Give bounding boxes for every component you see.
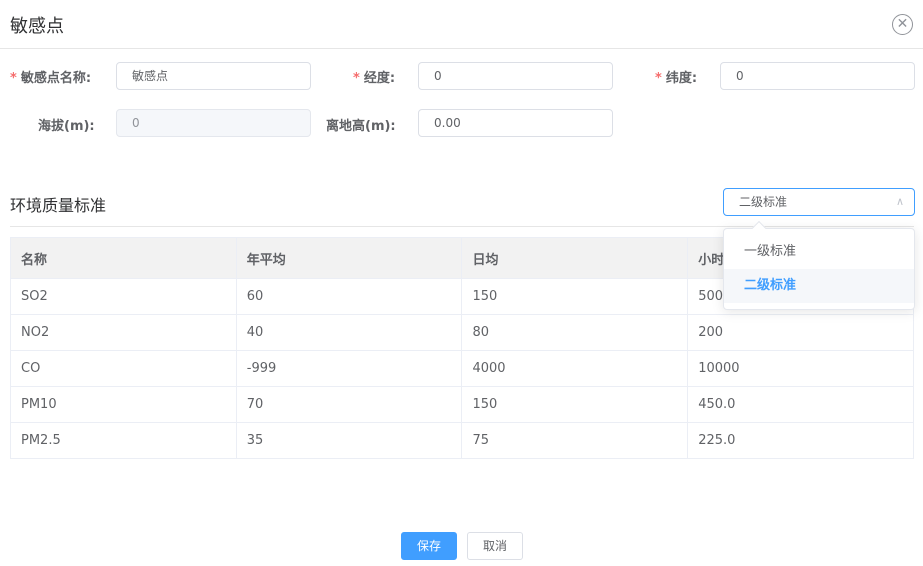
table-cell: 80 xyxy=(461,314,689,351)
dropdown-option-level2[interactable]: 二级标准 xyxy=(724,269,914,303)
standard-select-value: 二级标准 xyxy=(739,195,788,209)
table-cell: 4000 xyxy=(461,350,689,387)
table-cell: PM10 xyxy=(10,386,237,423)
table-cell: 200 xyxy=(687,314,914,351)
latitude-label: * 纬度: xyxy=(655,71,698,86)
standard-dropdown: 一级标准 二级标准 xyxy=(723,220,915,310)
table-cell: 70 xyxy=(235,386,463,423)
height-label: 离地高(m): xyxy=(326,119,396,134)
table-row: PM2.5 35 75 225.0 xyxy=(10,422,914,459)
table-cell: 60 xyxy=(235,278,463,315)
save-button[interactable]: 保存 xyxy=(401,532,457,560)
height-input[interactable]: 0.00 xyxy=(418,109,613,137)
table-cell: 10000 xyxy=(687,350,914,387)
table-cell: 150 xyxy=(461,278,689,315)
chevron-up-icon: ∧ xyxy=(895,195,904,208)
table-cell: 225.0 xyxy=(687,422,914,459)
table-row: PM10 70 150 450.0 xyxy=(10,386,914,423)
dropdown-option-level1[interactable]: 一级标准 xyxy=(724,235,914,269)
latitude-input[interactable]: 0 xyxy=(720,62,915,90)
section-divider xyxy=(10,226,914,227)
longitude-input[interactable]: 0 xyxy=(418,62,613,90)
close-icon[interactable]: ✕ xyxy=(892,14,913,35)
sensitive-point-dialog: 敏感点 ✕ * 敏感点名称: 敏感点 * 经度: 0 * 纬度: 0 海拔(m): 0… xyxy=(0,0,923,566)
table-cell: SO2 xyxy=(10,278,237,315)
table-row: NO2 40 80 200 xyxy=(10,314,914,351)
table-header: 年平均 xyxy=(235,237,463,279)
table-cell: CO xyxy=(10,350,237,387)
table-cell: 75 xyxy=(461,422,689,459)
table-cell: -999 xyxy=(235,350,463,387)
dropdown-caret xyxy=(751,220,767,236)
name-label: * 敏感点名称: xyxy=(10,71,92,86)
table-cell: 150 xyxy=(461,386,689,423)
standard-select[interactable]: 二级标准 ∧ xyxy=(723,188,915,216)
altitude-label: 海拔(m): xyxy=(38,119,95,134)
longitude-label: * 经度: xyxy=(353,71,396,86)
table-row: CO -999 4000 10000 xyxy=(10,350,914,387)
table-cell: 35 xyxy=(235,422,463,459)
table-header: 日均 xyxy=(461,237,689,279)
altitude-input: 0 xyxy=(116,109,311,137)
table-header: 名称 xyxy=(10,237,237,279)
section-title: 环境质量标准 xyxy=(10,196,107,215)
dialog-header: 敏感点 ✕ xyxy=(0,0,923,49)
table-cell: PM2.5 xyxy=(10,422,237,459)
name-input[interactable]: 敏感点 xyxy=(116,62,311,90)
cancel-button[interactable]: 取消 xyxy=(467,532,523,560)
dialog-title: 敏感点 xyxy=(10,16,64,37)
table-cell: 40 xyxy=(235,314,463,351)
table-cell: 450.0 xyxy=(687,386,914,423)
table-cell: NO2 xyxy=(10,314,237,351)
